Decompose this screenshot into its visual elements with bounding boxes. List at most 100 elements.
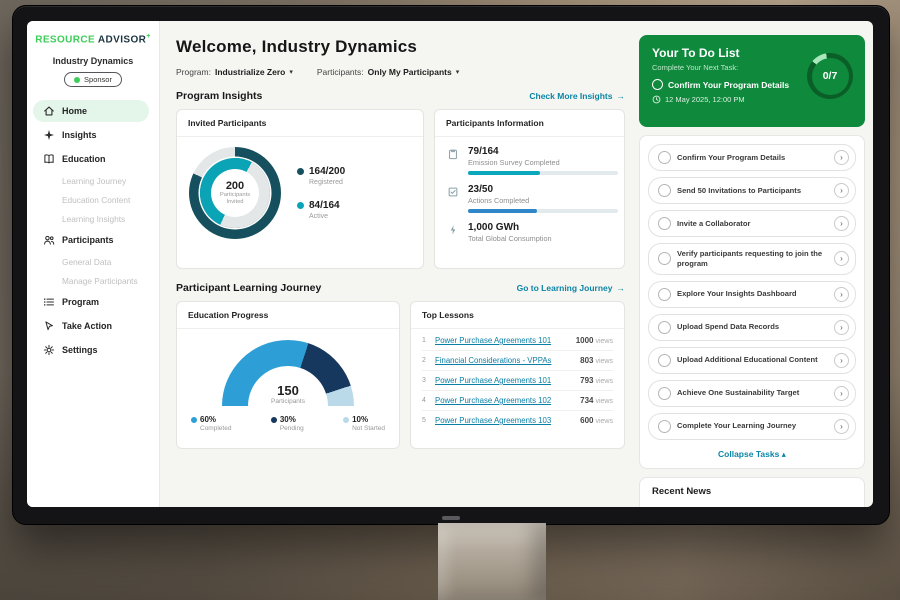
chevron-right-icon[interactable]: › — [834, 216, 849, 231]
chevron-right-icon[interactable]: › — [834, 419, 849, 434]
todo-next-task-label: Confirm Your Program Details — [668, 80, 789, 90]
insights-icon — [43, 129, 55, 141]
legend-item-completed: 60% Completed — [191, 415, 231, 432]
task-checkbox[interactable] — [658, 321, 671, 334]
legend-dot — [297, 168, 304, 175]
task-label: Verify participants requesting to join t… — [677, 249, 828, 269]
go-to-learning-journey-link[interactable]: Go to Learning Journey → — [517, 283, 625, 293]
participants-filter-value: Only My Participants — [368, 67, 452, 77]
sidebar-item-manage-participants[interactable]: Manage Participants — [27, 272, 159, 290]
task-label: Upload Spend Data Records — [677, 322, 828, 332]
sidebar-item-take-action[interactable]: Take Action — [33, 315, 149, 337]
task-checkbox[interactable] — [658, 420, 671, 433]
home-icon — [43, 105, 55, 117]
sidebar-item-label: Settings — [62, 345, 98, 355]
task-checkbox[interactable] — [658, 217, 671, 230]
check-more-insights-link[interactable]: Check More Insights → — [529, 91, 625, 101]
collapse-tasks-button[interactable]: Collapse Tasks ▴ — [648, 446, 856, 466]
chevron-right-icon[interactable]: › — [834, 353, 849, 368]
task-checkbox[interactable] — [658, 252, 671, 265]
invited-participants-card: Invited Participants 200 Participants In… — [176, 109, 424, 269]
sidebar-item-education[interactable]: Education — [33, 148, 149, 170]
chevron-right-icon[interactable]: › — [834, 150, 849, 165]
participants-filter[interactable]: Participants: Only My Participants ▾ — [317, 67, 459, 77]
participants-icon — [43, 234, 55, 246]
progress-bar-fill — [468, 171, 540, 175]
task-item[interactable]: Verify participants requesting to join t… — [648, 243, 856, 275]
sidebar-item-learning-insights[interactable]: Learning Insights — [27, 210, 159, 228]
program-filter[interactable]: Program: Industrialize Zero ▾ — [176, 67, 293, 77]
task-checkbox[interactable] — [658, 151, 671, 164]
lesson-link[interactable]: Financial Considerations - VPPAs — [435, 356, 551, 365]
lesson-views-unit: views — [595, 418, 613, 425]
task-label: Explore Your Insights Dashboard — [677, 289, 828, 299]
org-name: Industry Dynamics — [27, 56, 159, 66]
education-card-title: Education Progress — [177, 302, 399, 329]
sidebar-item-label: Education Content — [62, 195, 130, 205]
task-checkbox[interactable] — [658, 387, 671, 400]
lesson-views: 600 — [580, 416, 593, 425]
task-checkbox[interactable] — [658, 288, 671, 301]
gauge-label: Participants — [222, 398, 354, 405]
education-legend: 60% Completed 30% Pending — [177, 406, 399, 432]
task-label: Upload Additional Educational Content — [677, 355, 828, 365]
chevron-right-icon[interactable]: › — [834, 320, 849, 335]
sidebar: RESOURCE ADVISOR+ Industry Dynamics Spon… — [27, 21, 160, 507]
brand-advisor: ADVISOR — [98, 34, 146, 45]
todo-panel: Your To Do List Complete Your Next Task:… — [637, 21, 873, 507]
sidebar-item-participants[interactable]: Participants — [33, 229, 149, 251]
active-value: 84/164 — [309, 200, 340, 211]
sidebar-item-insights[interactable]: Insights — [33, 124, 149, 146]
task-item[interactable]: Explore Your Insights Dashboard › — [648, 281, 856, 308]
sidebar-item-label: Learning Journey — [62, 176, 126, 186]
chevron-right-icon[interactable]: › — [834, 251, 849, 266]
invited-legend: 164/200 Registered 84/164 Active — [297, 166, 345, 220]
sidebar-item-education-content[interactable]: Education Content — [27, 191, 159, 209]
lesson-views: 1000 — [576, 336, 594, 345]
arrow-right-icon: → — [617, 91, 626, 101]
education-gauge: 150 Participants — [222, 340, 354, 406]
sponsor-badge: Sponsor — [64, 72, 122, 87]
lesson-row: 1 Power Purchase Agreements 101 1000view… — [422, 331, 613, 351]
sidebar-item-settings[interactable]: Settings — [33, 339, 149, 361]
go-to-learning-journey-label: Go to Learning Journey — [517, 283, 613, 293]
lesson-rank: 5 — [422, 417, 435, 424]
sidebar-item-label: Education — [62, 154, 106, 164]
task-item[interactable]: Upload Spend Data Records › — [648, 314, 856, 341]
task-item[interactable]: Complete Your Learning Journey › — [648, 413, 856, 440]
task-item[interactable]: Confirm Your Program Details › — [648, 144, 856, 171]
sidebar-item-home[interactable]: Home — [33, 100, 149, 122]
lesson-link[interactable]: Power Purchase Agreements 101 — [435, 336, 551, 345]
lesson-link[interactable]: Power Purchase Agreements 103 — [435, 416, 551, 425]
participants-information-card: Participants Information 79/164 Emission… — [434, 109, 625, 269]
task-item[interactable]: Achieve One Sustainability Target › — [648, 380, 856, 407]
collapse-tasks-label: Collapse Tasks — [718, 449, 779, 459]
education-gauge-center: 150 Participants — [222, 383, 354, 405]
task-checkbox[interactable] — [658, 354, 671, 367]
learning-journey-title: Participant Learning Journey — [176, 282, 321, 294]
main-content: Welcome, Industry Dynamics Program: Indu… — [160, 21, 637, 507]
sidebar-item-program[interactable]: Program — [33, 291, 149, 313]
task-item[interactable]: Upload Additional Educational Content › — [648, 347, 856, 374]
sidebar-item-learning-journey[interactable]: Learning Journey — [27, 172, 159, 190]
task-item[interactable]: Invite a Collaborator › — [648, 210, 856, 237]
arrow-right-icon: → — [617, 283, 626, 293]
sidebar-item-general-data[interactable]: General Data — [27, 253, 159, 271]
chevron-right-icon[interactable]: › — [834, 183, 849, 198]
lesson-link[interactable]: Power Purchase Agreements 102 — [435, 396, 551, 405]
monitor-brand-mark — [442, 516, 460, 520]
invited-card-title: Invited Participants — [177, 110, 423, 137]
chevron-right-icon[interactable]: › — [834, 386, 849, 401]
task-item[interactable]: Send 50 Invitations to Participants › — [648, 177, 856, 204]
sponsor-badge-label: Sponsor — [84, 75, 112, 84]
chevron-right-icon[interactable]: › — [834, 287, 849, 302]
checkbox-icon[interactable] — [652, 79, 663, 90]
task-label: Invite a Collaborator — [677, 219, 828, 229]
task-checkbox[interactable] — [658, 184, 671, 197]
lesson-link[interactable]: Power Purchase Agreements 101 — [435, 376, 551, 385]
program-icon — [43, 296, 55, 308]
info-value: 79/164 — [468, 146, 618, 157]
todo-due-date: 12 May 2025, 12:00 PM — [665, 95, 745, 104]
task-label: Achieve One Sustainability Target — [677, 388, 828, 398]
check-more-insights-label: Check More Insights — [529, 91, 612, 101]
